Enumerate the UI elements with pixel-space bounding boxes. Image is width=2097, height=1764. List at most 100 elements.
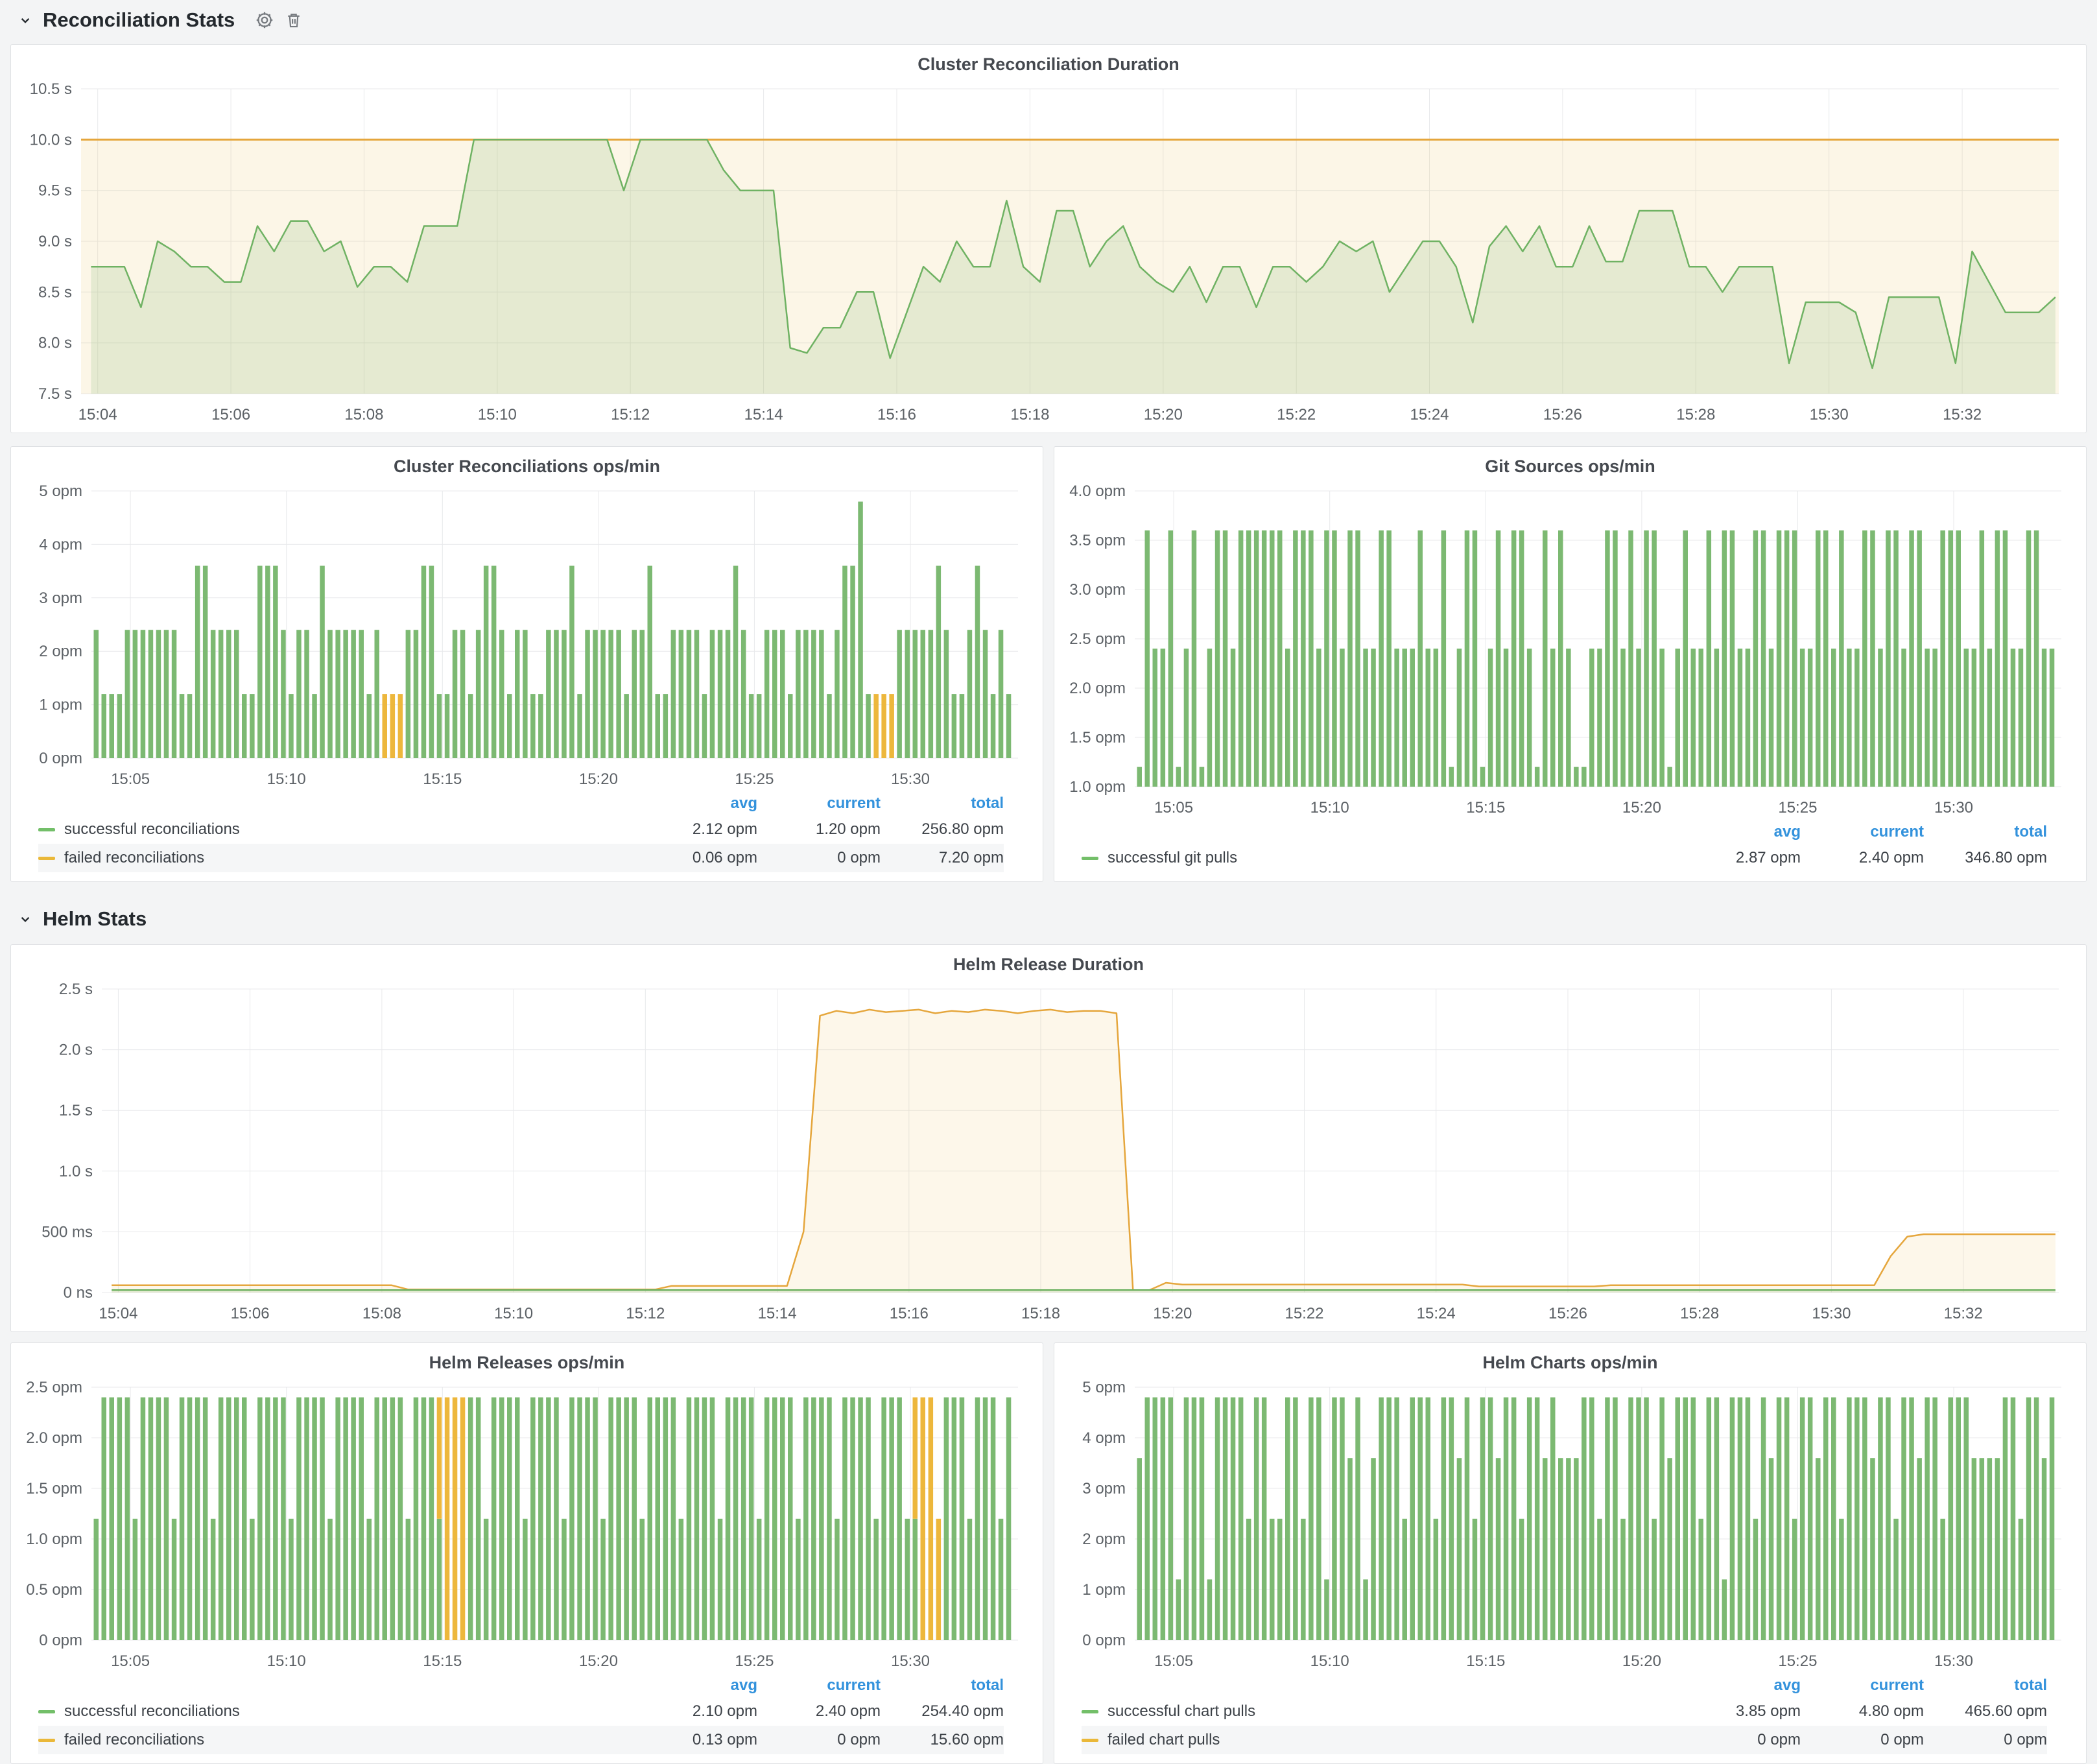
- svg-text:15:10: 15:10: [478, 406, 517, 423]
- panel-title: Git Sources ops/min: [1062, 452, 2078, 481]
- git-sources-chart[interactable]: 4.0 opm3.5 opm3.0 opm2.5 opm2.0 opm1.5 o…: [1062, 481, 2078, 820]
- legend-header-avg[interactable]: avg: [634, 1676, 757, 1695]
- svg-text:15:30: 15:30: [1934, 1652, 1973, 1670]
- svg-text:1.0 opm: 1.0 opm: [26, 1531, 82, 1548]
- stat-total: 15.60 opm: [881, 1731, 1004, 1749]
- svg-text:9.5 s: 9.5 s: [38, 182, 72, 200]
- svg-text:15:30: 15:30: [1934, 799, 1973, 816]
- stat-current: 1.20 opm: [757, 820, 881, 839]
- stat-avg: 0.13 opm: [634, 1731, 757, 1749]
- section-helm-stats[interactable]: Helm Stats: [0, 899, 2097, 939]
- svg-text:3 opm: 3 opm: [1082, 1480, 1126, 1497]
- legend-label: failed reconciliations: [64, 849, 204, 867]
- svg-text:500 ms: 500 ms: [41, 1223, 93, 1241]
- legend-item[interactable]: successful reconciliations: [38, 820, 634, 839]
- stat-current: 2.40 opm: [1801, 849, 1924, 867]
- svg-text:15:28: 15:28: [1676, 406, 1715, 423]
- panel-git-sources: Git Sources ops/min 4.0 opm3.5 opm3.0 op…: [1054, 446, 2087, 882]
- svg-text:2 opm: 2 opm: [39, 643, 82, 660]
- helm-charts-chart[interactable]: 5 opm4 opm3 opm2 opm1 opm0 opm15:0515:10…: [1062, 1377, 2078, 1674]
- panel-cluster-reconciliation-duration: Cluster Reconciliation Duration 10.5 s10…: [10, 44, 2087, 433]
- svg-text:15:20: 15:20: [1622, 1652, 1661, 1670]
- svg-text:9.0 s: 9.0 s: [38, 233, 72, 250]
- legend-header-current[interactable]: current: [757, 1676, 881, 1695]
- helm-releases-chart[interactable]: 2.5 opm2.0 opm1.5 opm1.0 opm0.5 opm0 opm…: [19, 1377, 1035, 1674]
- legend-item[interactable]: failed reconciliations: [38, 1731, 634, 1749]
- svg-text:2.0 s: 2.0 s: [59, 1042, 93, 1059]
- cluster-reconciliation-duration-chart[interactable]: 10.5 s10.0 s9.5 s9.0 s8.5 s8.0 s7.5 s15:…: [19, 78, 2078, 427]
- legend-item[interactable]: failed reconciliations: [38, 849, 634, 867]
- svg-text:1.5 s: 1.5 s: [59, 1102, 93, 1119]
- legend-header-total[interactable]: total: [881, 1676, 1004, 1695]
- svg-text:3.5 opm: 3.5 opm: [1069, 532, 1126, 549]
- legend-header-avg[interactable]: avg: [1677, 1676, 1801, 1695]
- trash-icon[interactable]: [284, 10, 303, 30]
- panel-helm-release-duration: Helm Release Duration 2.5 s2.0 s1.5 s1.0…: [10, 944, 2087, 1332]
- stat-total: 256.80 opm: [881, 820, 1004, 839]
- legend-item[interactable]: successful git pulls: [1082, 849, 1677, 867]
- legend-item[interactable]: successful reconciliations: [38, 1702, 634, 1721]
- helm-release-duration-chart[interactable]: 2.5 s2.0 s1.5 s1.0 s500 ms0 ns15:0415:06…: [19, 979, 2078, 1326]
- panel-title: Helm Release Duration: [19, 950, 2078, 979]
- legend-header-avg[interactable]: avg: [1677, 823, 1801, 841]
- svg-text:15:10: 15:10: [267, 770, 306, 788]
- legend-label: failed chart pulls: [1108, 1731, 1220, 1749]
- svg-text:10.5 s: 10.5 s: [30, 80, 72, 98]
- legend-header-current[interactable]: current: [1801, 1676, 1924, 1695]
- series-color-dash: [1082, 857, 1098, 860]
- svg-text:4 opm: 4 opm: [39, 536, 82, 553]
- svg-text:0 opm: 0 opm: [39, 750, 82, 767]
- svg-text:15:05: 15:05: [1154, 799, 1193, 816]
- legend: avg current total successful reconciliat…: [19, 792, 1035, 876]
- stat-current: 2.40 opm: [757, 1702, 881, 1721]
- svg-text:15:15: 15:15: [423, 770, 462, 788]
- legend-header-total[interactable]: total: [1924, 1676, 2047, 1695]
- stat-total: 465.60 opm: [1924, 1702, 2047, 1721]
- panel-helm-charts: Helm Charts ops/min 5 opm4 opm3 opm2 opm…: [1054, 1342, 2087, 1764]
- cluster-reconciliations-chart[interactable]: 5 opm4 opm3 opm2 opm1 opm0 opm15:0515:10…: [19, 481, 1035, 792]
- svg-text:1 opm: 1 opm: [1082, 1581, 1126, 1599]
- legend: avg current total successful git pulls 2…: [1062, 820, 2078, 876]
- stat-avg: 2.12 opm: [634, 820, 757, 839]
- svg-text:1.5 opm: 1.5 opm: [26, 1480, 82, 1497]
- svg-text:15:30: 15:30: [1810, 406, 1849, 423]
- svg-text:2.5 opm: 2.5 opm: [26, 1379, 82, 1396]
- svg-text:15:28: 15:28: [1680, 1305, 1719, 1322]
- svg-text:15:10: 15:10: [1310, 799, 1349, 816]
- panel-helm-releases: Helm Releases ops/min 2.5 opm2.0 opm1.5 …: [10, 1342, 1043, 1764]
- svg-text:15:26: 15:26: [1548, 1305, 1587, 1322]
- stat-total: 254.40 opm: [881, 1702, 1004, 1721]
- section-title: Reconciliation Stats: [43, 8, 235, 32]
- svg-text:2.0 opm: 2.0 opm: [26, 1429, 82, 1447]
- svg-text:3.0 opm: 3.0 opm: [1069, 581, 1126, 599]
- legend-item[interactable]: failed chart pulls: [1082, 1731, 1677, 1749]
- legend-row-failed: failed reconciliations 0.13 opm 0 opm 15…: [38, 1726, 1004, 1754]
- chevron-down-icon: [17, 911, 34, 927]
- section-title: Helm Stats: [43, 907, 147, 931]
- section-reconciliation-stats[interactable]: Reconciliation Stats: [0, 0, 2097, 40]
- svg-text:1.0 opm: 1.0 opm: [1069, 778, 1126, 796]
- legend-label: successful reconciliations: [64, 1702, 240, 1721]
- svg-text:15:32: 15:32: [1943, 406, 1982, 423]
- gear-icon[interactable]: [254, 10, 275, 30]
- svg-text:15:24: 15:24: [1417, 1305, 1456, 1322]
- svg-text:15:26: 15:26: [1543, 406, 1582, 423]
- legend-header-current[interactable]: current: [757, 794, 881, 813]
- svg-text:1 opm: 1 opm: [39, 697, 82, 714]
- stat-current: 4.80 opm: [1801, 1702, 1924, 1721]
- svg-text:0 opm: 0 opm: [39, 1632, 82, 1649]
- legend-header-current[interactable]: current: [1801, 823, 1924, 841]
- legend-item[interactable]: successful chart pulls: [1082, 1702, 1677, 1721]
- panel-cluster-reconciliations: Cluster Reconciliations ops/min 5 opm4 o…: [10, 446, 1043, 882]
- legend-row-successful: successful chart pulls 3.85 opm 4.80 opm…: [1082, 1697, 2047, 1726]
- legend-header-total[interactable]: total: [881, 794, 1004, 813]
- svg-text:8.5 s: 8.5 s: [38, 283, 72, 301]
- svg-text:15:20: 15:20: [1144, 406, 1183, 423]
- svg-text:1.5 opm: 1.5 opm: [1069, 729, 1126, 746]
- svg-text:15:04: 15:04: [78, 406, 117, 423]
- legend-row-failed: failed chart pulls 0 opm 0 opm 0 opm: [1082, 1726, 2047, 1754]
- svg-text:8.0 s: 8.0 s: [38, 335, 72, 352]
- legend-header-avg[interactable]: avg: [634, 794, 757, 813]
- legend-row-successful: successful reconciliations 2.12 opm 1.20…: [38, 815, 1004, 844]
- legend-header-total[interactable]: total: [1924, 823, 2047, 841]
